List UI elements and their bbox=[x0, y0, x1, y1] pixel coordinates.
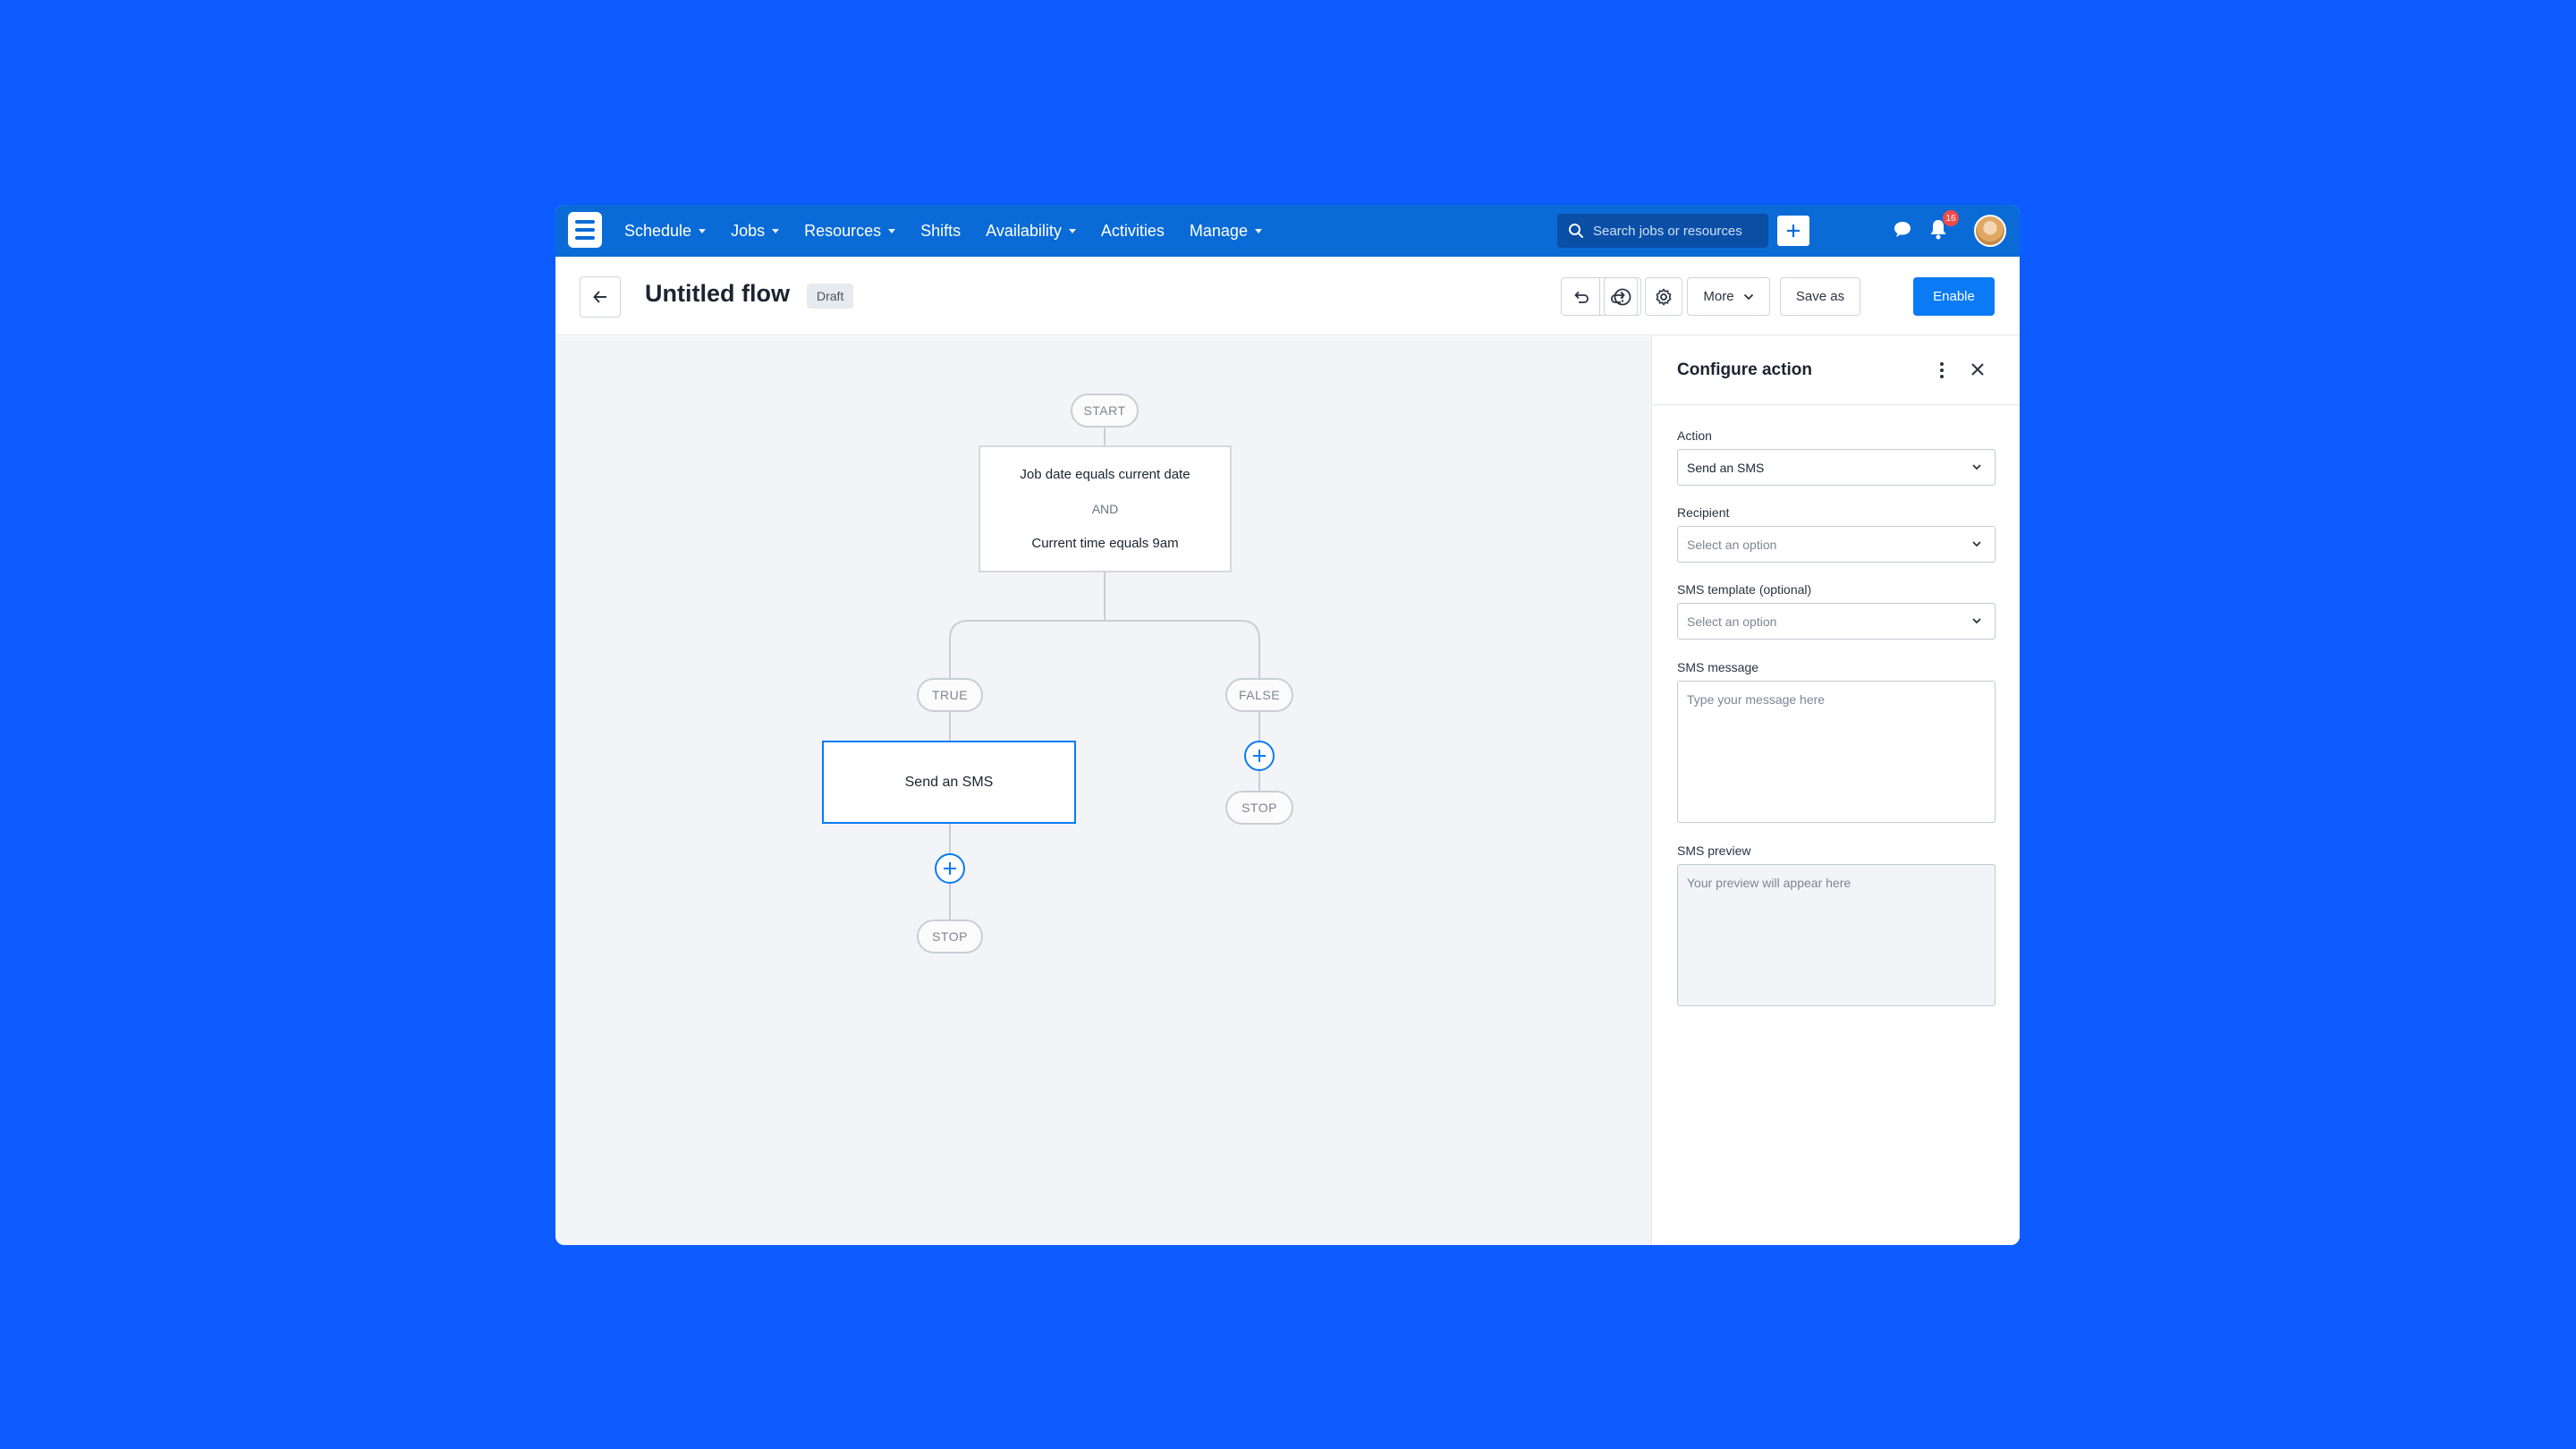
chevron-down-icon bbox=[1972, 464, 1981, 470]
nav-item-jobs[interactable]: Jobs bbox=[731, 221, 780, 241]
condition-node[interactable]: Job date equals current date AND Current… bbox=[979, 445, 1232, 572]
user-avatar[interactable] bbox=[1974, 215, 2006, 247]
close-icon[interactable] bbox=[1968, 360, 1987, 379]
save-as-button[interactable]: Save as bbox=[1780, 277, 1860, 316]
recipient-placeholder: Select an option bbox=[1687, 537, 1777, 552]
nav-item-label: Activities bbox=[1100, 221, 1165, 240]
caret-down-icon bbox=[888, 228, 896, 233]
more-label: More bbox=[1703, 289, 1734, 304]
notification-badge: 16 bbox=[1943, 210, 1959, 226]
info-button[interactable] bbox=[1604, 277, 1641, 316]
nav-item-label: Resources bbox=[804, 221, 882, 240]
page-title: Untitled flow bbox=[645, 280, 790, 307]
sms-template-placeholder: Select an option bbox=[1687, 614, 1777, 629]
nav-item-label: Jobs bbox=[731, 221, 766, 240]
nav-item-availability[interactable]: Availability bbox=[986, 222, 1076, 241]
nav-item-label: Schedule bbox=[624, 221, 692, 240]
settings-button[interactable] bbox=[1645, 277, 1682, 316]
stop-node[interactable]: STOP bbox=[917, 919, 983, 953]
kebab-menu-icon[interactable] bbox=[1933, 358, 1951, 383]
nav-item-manage[interactable]: Manage bbox=[1190, 222, 1262, 241]
start-node[interactable]: START bbox=[1071, 394, 1139, 428]
flow-canvas[interactable]: START Job date equals current date AND C… bbox=[555, 336, 1652, 1245]
nav-item-shifts[interactable]: Shifts bbox=[920, 222, 961, 241]
configure-panel: Configure action Action Send an SMS Reci… bbox=[1653, 336, 2020, 1245]
arrow-left-icon bbox=[593, 291, 606, 303]
nav-item-label: Manage bbox=[1189, 221, 1248, 240]
action-value: Send an SMS bbox=[1687, 460, 1765, 475]
chevron-down-icon bbox=[1972, 618, 1981, 624]
false-branch-label: FALSE bbox=[1225, 678, 1293, 712]
chat-icon[interactable] bbox=[1892, 219, 1913, 241]
add-step-button[interactable] bbox=[935, 853, 965, 884]
panel-header: Configure action bbox=[1653, 336, 2020, 405]
sms-preview-box: Your preview will appear here bbox=[1677, 864, 1996, 1006]
condition-operator: AND bbox=[1091, 502, 1119, 516]
chevron-down-icon bbox=[1743, 293, 1753, 300]
search-icon bbox=[1569, 224, 1583, 238]
sms-preview-placeholder: Your preview will appear here bbox=[1687, 876, 1852, 890]
true-branch-label: TRUE bbox=[917, 678, 983, 712]
caret-down-icon bbox=[699, 228, 707, 233]
search-bar bbox=[1557, 214, 1768, 248]
condition-text: Current time equals 9am bbox=[1031, 536, 1179, 551]
stop-node[interactable]: STOP bbox=[1225, 791, 1293, 825]
gear-icon bbox=[1656, 288, 1672, 305]
nav-item-label: Shifts bbox=[920, 221, 962, 240]
caret-down-icon bbox=[772, 228, 780, 233]
more-button[interactable]: More bbox=[1687, 277, 1770, 316]
panel-title: Configure action bbox=[1677, 360, 1812, 379]
nav-menu: Schedule Jobs Resources Shifts Availabil… bbox=[624, 205, 1287, 257]
action-label: Action bbox=[1677, 428, 1712, 443]
back-button[interactable] bbox=[580, 276, 621, 318]
plus-icon bbox=[944, 862, 956, 875]
create-button[interactable] bbox=[1777, 216, 1809, 246]
caret-down-icon bbox=[1254, 228, 1262, 233]
undo-button[interactable] bbox=[1562, 278, 1599, 315]
caret-down-icon bbox=[1068, 228, 1076, 233]
app-window: Schedule Jobs Resources Shifts Availabil… bbox=[555, 205, 2020, 1245]
recipient-select[interactable]: Select an option bbox=[1677, 526, 1996, 563]
plus-icon bbox=[1253, 750, 1266, 762]
enable-button[interactable]: Enable bbox=[1913, 277, 1995, 316]
nav-item-resources[interactable]: Resources bbox=[804, 221, 896, 241]
info-icon bbox=[1614, 288, 1631, 305]
top-nav: Schedule Jobs Resources Shifts Availabil… bbox=[555, 205, 2020, 257]
app-logo-icon[interactable] bbox=[568, 212, 602, 248]
sms-message-field[interactable]: Type your message here bbox=[1677, 681, 1996, 823]
flow-header: Untitled flow Draft More Save as Enable bbox=[555, 257, 2020, 335]
status-badge: Draft bbox=[807, 284, 854, 309]
plus-icon bbox=[1787, 225, 1800, 237]
nav-item-activities[interactable]: Activities bbox=[1101, 222, 1165, 241]
sms-template-select[interactable]: Select an option bbox=[1677, 603, 1996, 640]
sms-preview-label: SMS preview bbox=[1677, 843, 1751, 858]
nav-item-label: Availability bbox=[986, 221, 1062, 240]
recipient-label: Recipient bbox=[1677, 505, 1730, 520]
action-select[interactable]: Send an SMS bbox=[1677, 449, 1996, 486]
sms-template-label: SMS template (optional) bbox=[1677, 582, 1812, 597]
undo-icon bbox=[1574, 291, 1589, 303]
action-node[interactable]: Send an SMS bbox=[822, 741, 1076, 824]
nav-item-schedule[interactable]: Schedule bbox=[624, 221, 707, 241]
add-step-button[interactable] bbox=[1244, 741, 1275, 771]
search-input[interactable] bbox=[1593, 223, 1763, 239]
chevron-down-icon bbox=[1972, 541, 1981, 547]
sms-message-placeholder: Type your message here bbox=[1687, 692, 1826, 707]
sms-message-label: SMS message bbox=[1677, 660, 1759, 674]
condition-text: Job date equals current date bbox=[1020, 467, 1191, 482]
